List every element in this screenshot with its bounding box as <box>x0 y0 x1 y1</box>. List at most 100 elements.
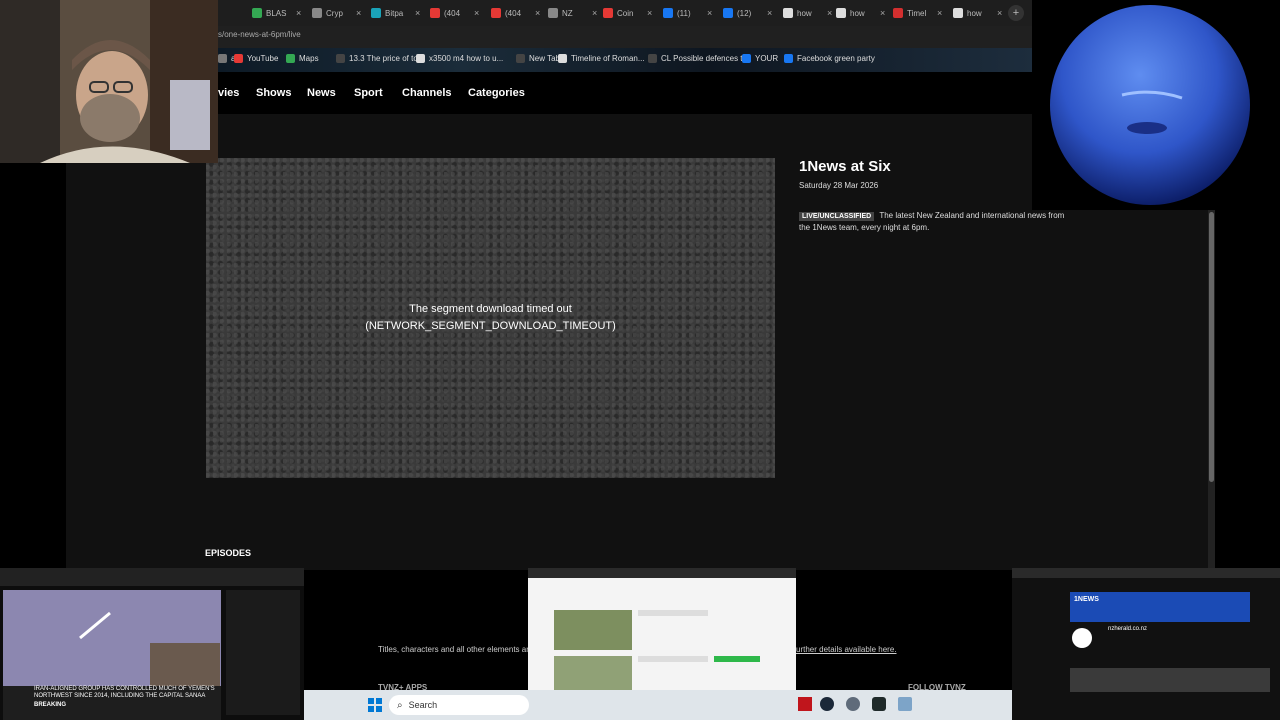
browser-tab[interactable]: BLAS × <box>252 4 301 22</box>
nav-item-news[interactable]: News <box>307 87 336 99</box>
settings-icon[interactable] <box>846 697 860 711</box>
tab-close-icon[interactable]: × <box>880 8 885 18</box>
bookmark-label: YouTube <box>247 54 279 63</box>
show-date: Saturday 28 Mar 2026 <box>799 181 879 190</box>
steam-icon[interactable] <box>820 697 834 711</box>
bookmarks-bar: ailYouTubeMaps13.3 The price of to...x35… <box>218 48 1032 72</box>
app-icon-red[interactable] <box>798 697 812 711</box>
site-nav: vies Shows News Sport Channels Categorie… <box>218 72 1032 114</box>
tab-label: BLAS <box>266 8 287 18</box>
news-banner-label: 1NEWS <box>1074 596 1099 603</box>
tab-favicon-icon <box>836 8 846 18</box>
bookmark-favicon-icon <box>648 54 657 63</box>
tab-label: Coin <box>617 8 634 18</box>
bookmark-label: Maps <box>299 54 319 63</box>
breaking-label: BREAKING <box>34 702 67 708</box>
bookmark-label: YOUR <box>755 54 779 63</box>
browser-tab[interactable]: NZ × <box>548 4 597 22</box>
bookmark-item[interactable]: New Tab <box>516 54 560 63</box>
tab-close-icon[interactable]: × <box>937 8 942 18</box>
tab-label: NZ <box>562 8 573 18</box>
nav-item-channels[interactable]: Channels <box>402 87 452 99</box>
browser-tab[interactable]: how × <box>783 4 832 22</box>
tab-label: (11) <box>677 8 691 18</box>
video-player[interactable]: The segment download timed out (NETWORK_… <box>206 158 775 478</box>
browser-tab[interactable]: Coin × <box>603 4 652 22</box>
browser-tab[interactable]: how × <box>953 4 1002 22</box>
windows-start-icon[interactable] <box>368 698 382 712</box>
browser-tab[interactable]: (11) × <box>663 4 712 22</box>
bookmark-item[interactable]: Timeline of Roman... <box>558 54 645 63</box>
webcam-person-image <box>0 0 218 163</box>
scrollbar-thumb[interactable] <box>1209 212 1214 482</box>
bookmark-favicon-icon <box>558 54 567 63</box>
tab-close-icon[interactable]: × <box>474 8 479 18</box>
windows-taskbar: ⌕ Search <box>304 690 1012 720</box>
nzherald-site-label: nzherald.co.nz <box>1108 626 1148 632</box>
tab-label: Timel <box>907 8 927 18</box>
bookmark-favicon-icon <box>784 54 793 63</box>
bookmark-item[interactable]: 13.3 The price of to... <box>336 54 424 63</box>
tab-close-icon[interactable]: × <box>356 8 361 18</box>
tab-label: (404 <box>444 8 461 18</box>
bookmark-favicon-icon <box>336 54 345 63</box>
browser-tab[interactable]: Timel × <box>893 4 942 22</box>
show-description-block: LIVE/UNCLASSIFIED The latest New Zealand… <box>799 210 1069 233</box>
browser-tab[interactable]: (404 × <box>491 4 540 22</box>
nav-item-shows[interactable]: Shows <box>256 87 291 99</box>
tab-close-icon[interactable]: × <box>647 8 652 18</box>
tab-close-icon[interactable]: × <box>707 8 712 18</box>
bookmark-item[interactable]: YouTube <box>234 54 278 63</box>
search-icon: ⌕ <box>397 699 403 711</box>
nzherald-image <box>1012 568 1280 692</box>
bookmark-item[interactable]: CL Possible defences t... <box>648 54 749 63</box>
nav-item-movies[interactable]: vies <box>218 87 239 99</box>
bookmark-item[interactable]: Maps <box>286 54 319 63</box>
show-title: 1News at Six <box>799 158 891 175</box>
tab-favicon-icon <box>953 8 963 18</box>
tab-favicon-icon <box>663 8 673 18</box>
tab-label: Bitpa <box>385 8 404 18</box>
tab-label: how <box>967 8 982 18</box>
new-tab-button[interactable]: + <box>1008 5 1024 21</box>
nav-item-categories[interactable]: Categories <box>468 87 525 99</box>
tab-close-icon[interactable]: × <box>296 8 301 18</box>
browser-tab[interactable]: (404 × <box>430 4 479 22</box>
bookmark-item[interactable]: YOUR <box>742 54 778 63</box>
footer-disclaimer: Titles, characters and all other element… <box>378 645 534 654</box>
tab-favicon-icon <box>371 8 381 18</box>
classification-badge: LIVE/UNCLASSIFIED <box>799 212 875 221</box>
tab-close-icon[interactable]: × <box>767 8 772 18</box>
taskbar-search[interactable]: ⌕ Search <box>389 695 529 715</box>
bookmark-label: CL Possible defences t... <box>661 54 750 63</box>
app-icon-dark[interactable] <box>872 697 886 711</box>
nzherald-thumbnail: nzherald.co.nz 1NEWS <box>1012 568 1280 720</box>
url-text: s/one-news-at-6pm/live <box>218 30 301 39</box>
browser-tab[interactable]: Bitpa × <box>371 4 420 22</box>
tab-favicon-icon <box>430 8 440 18</box>
bookmark-item[interactable]: x3500 m4 how to u... <box>416 54 503 63</box>
neptune-image <box>1050 5 1250 205</box>
bookmark-item[interactable]: Facebook green party <box>784 54 875 63</box>
address-bar[interactable]: s/one-news-at-6pm/live <box>218 26 1032 48</box>
nav-item-sport[interactable]: Sport <box>354 87 383 99</box>
bookmark-favicon-icon <box>742 54 751 63</box>
tab-favicon-icon <box>603 8 613 18</box>
tab-close-icon[interactable]: × <box>535 8 540 18</box>
tab-close-icon[interactable]: × <box>827 8 832 18</box>
tab-close-icon[interactable]: × <box>592 8 597 18</box>
browser-tab[interactable]: Cryp × <box>312 4 361 22</box>
footer-details-link[interactable]: urther details available here. <box>796 645 897 654</box>
tab-label: how <box>797 8 812 18</box>
bookmark-favicon-icon <box>218 54 227 63</box>
tab-favicon-icon <box>491 8 501 18</box>
app-icon-blue[interactable] <box>898 697 912 711</box>
browser-tab[interactable]: how × <box>836 4 885 22</box>
news-headline-text: IRAN-ALIGNED GROUP HAS CONTROLLED MUCH O… <box>34 686 215 699</box>
tab-favicon-icon <box>312 8 322 18</box>
tab-favicon-icon <box>252 8 262 18</box>
tab-close-icon[interactable]: × <box>997 8 1002 18</box>
bookmark-favicon-icon <box>516 54 525 63</box>
browser-tab[interactable]: (12) × <box>723 4 772 22</box>
tab-close-icon[interactable]: × <box>415 8 420 18</box>
